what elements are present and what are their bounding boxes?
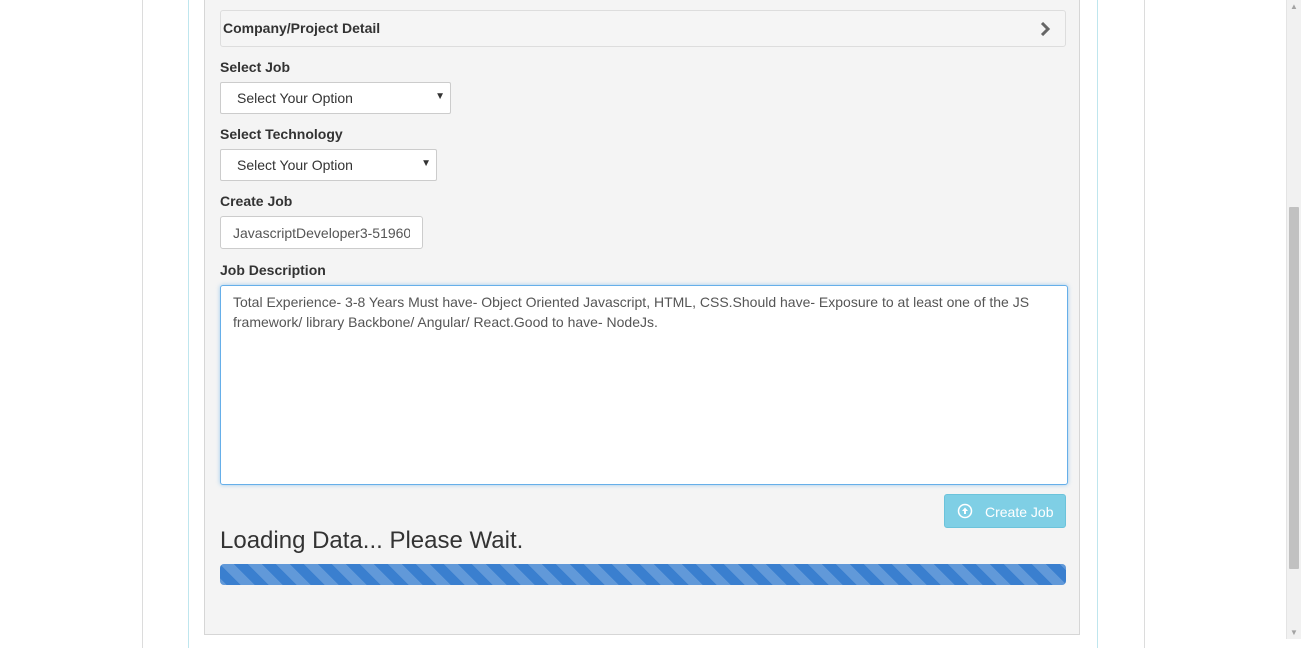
accordion-title: Company/Project Detail [223,20,381,36]
select-technology-value: Select Your Option [237,157,353,173]
select-job-value: Select Your Option [237,90,353,106]
caret-down-icon: ▼ [421,158,431,169]
create-job-input[interactable] [220,216,423,249]
page-scrollbar[interactable]: ▲ ▼ [1286,0,1301,639]
loading-progress-bar [220,564,1066,585]
select-job-label: Select Job [220,59,291,75]
job-description-textarea[interactable]: Total Experience- 3-8 Years Must have- O… [220,285,1068,485]
select-technology-label: Select Technology [220,126,343,142]
create-job-button-label: Create Job [985,504,1054,520]
select-job-dropdown[interactable]: Select Your Option ▼ [220,82,451,114]
create-job-button[interactable]: Create Job [944,494,1066,528]
accordion-header-company-project[interactable]: Company/Project Detail [220,10,1066,47]
create-job-label: Create Job [220,193,293,209]
scroll-up-icon[interactable]: ▲ [1290,2,1298,11]
arrow-up-circle-icon [957,503,973,519]
select-technology-dropdown[interactable]: Select Your Option ▼ [220,149,437,181]
caret-down-icon: ▼ [435,91,445,102]
loading-message: Loading Data... Please Wait. [220,527,524,554]
scroll-down-icon[interactable]: ▼ [1290,628,1298,637]
progress-fill [220,564,1066,585]
job-description-label: Job Description [220,262,326,278]
scrollbar-thumb[interactable] [1289,207,1299,569]
chevron-right-icon [1040,22,1051,36]
